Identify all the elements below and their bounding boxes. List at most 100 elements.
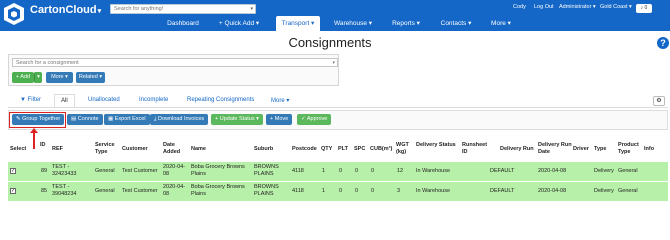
notifications-button[interactable]: ♪ 0 — [636, 4, 652, 13]
logout-link[interactable]: Log Out — [534, 4, 554, 10]
cell-ref[interactable]: TEST - 32423433 — [52, 164, 90, 178]
export-excel-button[interactable]: ▦ Export Excel — [104, 114, 150, 125]
cell-ref[interactable]: TEST - 39048234 — [52, 184, 90, 198]
add-dropdown-button[interactable]: ▾ — [34, 72, 42, 83]
tab-incomplete[interactable]: Incomplete — [139, 97, 168, 103]
location-dropdown[interactable]: Gold Coast ▾ — [600, 4, 632, 10]
cell-wgt: 12 — [397, 168, 404, 174]
gear-icon[interactable]: ⚙ — [653, 96, 665, 106]
cell-date-added: 2020-04-08 — [163, 184, 186, 197]
tab-unallocated[interactable]: Unallocated — [88, 97, 120, 103]
col-select[interactable]: Select — [10, 146, 26, 153]
table-icon: ▦ — [108, 116, 114, 122]
col-service-type[interactable]: Service Type — [95, 142, 117, 156]
cell-delivery-status: In Warehouse — [416, 168, 451, 174]
col-delivery-run[interactable]: Delivery Run — [500, 146, 534, 153]
cell-customer: Test Customer — [122, 188, 158, 194]
consignment-search-input[interactable]: Search for a consignment ▾ — [12, 58, 338, 67]
app-brand[interactable]: CartonCloud▾ — [30, 4, 101, 16]
cell-plt: 0 — [339, 188, 343, 194]
cell-cub: 0 — [371, 188, 375, 194]
cell-qty: 1 — [322, 188, 326, 194]
role-dropdown[interactable]: Administrator ▾ — [559, 4, 596, 10]
col-customer[interactable]: Customer — [122, 146, 148, 153]
col-delivery-run-date[interactable]: Delivery Run Date — [538, 142, 572, 156]
plus-icon: + — [215, 116, 219, 122]
cell-name: Boba Grocery Browns Plains — [191, 184, 245, 197]
col-name[interactable]: Name — [191, 146, 206, 153]
cell-service-type: General — [95, 188, 115, 194]
col-suburb[interactable]: Suburb — [254, 146, 273, 153]
tab-repeating-consignments[interactable]: Repeating Consignments — [187, 97, 254, 103]
col-wgt[interactable]: WGT (kg) — [396, 142, 412, 156]
annotation-highlight-box — [9, 112, 66, 128]
cartoncloud-logo-icon[interactable] — [3, 2, 25, 26]
cell-qty: 1 — [322, 168, 326, 174]
cell-spc: 0 — [355, 168, 359, 174]
cell-delivery-run: DEFAULT — [490, 168, 515, 174]
col-postcode[interactable]: Postcode — [292, 146, 317, 153]
col-runsheet-id[interactable]: Runsheet ID — [462, 142, 490, 156]
add-button[interactable]: + Add — [12, 72, 34, 83]
col-driver[interactable]: Driver — [573, 146, 589, 153]
menu-dashboard[interactable]: Dashboard — [160, 16, 206, 31]
menu-warehouse[interactable]: Warehouse ▾ — [328, 16, 378, 31]
related-button[interactable]: Related ▾ — [76, 72, 105, 83]
cell-delivery-run-date: 2020-04-08 — [538, 168, 567, 174]
cell-name: Boba Grocery Browns Plains — [191, 164, 245, 177]
cell-product-type: General — [618, 188, 638, 194]
search-dropdown-icon[interactable]: ▾ — [250, 5, 253, 14]
download-invoices-button[interactable]: ⤓ Download Invoices — [150, 114, 209, 125]
more-button[interactable]: More ▾ — [46, 72, 73, 83]
help-icon[interactable]: ? — [657, 37, 669, 49]
move-button[interactable]: + Move — [266, 114, 293, 125]
tab-all[interactable]: All — [54, 94, 75, 107]
row-checkbox[interactable]: ✓ — [10, 188, 16, 194]
tabs-divider — [8, 107, 668, 108]
cell-postcode: 4118 — [292, 168, 304, 174]
annotation-arrow — [33, 130, 35, 149]
page-title: Consignments — [288, 35, 372, 50]
connote-button[interactable]: ▤ Connote — [67, 114, 103, 125]
col-plt[interactable]: PLT — [338, 146, 348, 153]
col-type[interactable]: Type — [594, 146, 606, 153]
download-icon: ⤓ — [154, 116, 157, 122]
col-delivery-status[interactable]: Delivery Status — [416, 142, 456, 149]
check-icon: ✓ — [301, 116, 306, 122]
cell-id: 89 — [41, 168, 48, 174]
cell-suburb: BROWNS PLAINS — [254, 164, 279, 177]
cell-type: Delivery — [594, 188, 614, 194]
col-product-type[interactable]: Product Type — [618, 142, 642, 156]
menu-reports[interactable]: Reports ▾ — [386, 16, 426, 31]
bell-icon: ♪ — [640, 5, 644, 11]
cell-date-added: 2020-04-08 — [163, 164, 186, 177]
menu-quick-add[interactable]: + Quick Add ▾ — [212, 16, 266, 31]
cell-wgt: 3 — [397, 188, 401, 194]
menu-contacts[interactable]: Contacts ▾ — [434, 16, 478, 31]
tab-filter[interactable]: ▼ Filter — [20, 97, 41, 103]
user-name-link[interactable]: Cody — [513, 4, 526, 10]
menu-transport[interactable]: Transport ▾ — [276, 16, 320, 31]
cell-type: Delivery — [594, 168, 614, 174]
cell-delivery-status: In Warehouse — [416, 188, 451, 194]
cell-id: 85 — [41, 188, 48, 194]
global-search-input[interactable]: Search for anything! ▾ — [110, 4, 256, 14]
col-qty[interactable]: QTY — [321, 146, 332, 153]
cell-delivery-run: DEFAULT — [490, 188, 515, 194]
col-date-added[interactable]: Date Added — [163, 142, 187, 156]
col-ref[interactable]: REF — [52, 146, 63, 153]
approve-button[interactable]: ✓ Approve — [297, 114, 332, 125]
row-checkbox[interactable]: ✓ — [10, 168, 16, 174]
update-status-button[interactable]: + Update Status ▾ — [211, 114, 263, 125]
col-info[interactable]: Info — [644, 146, 654, 153]
file-icon: ▤ — [71, 116, 77, 122]
chevron-down-icon[interactable]: ▾ — [332, 59, 335, 67]
cell-spc: 0 — [355, 188, 359, 194]
col-id[interactable]: ID — [40, 142, 48, 149]
col-spc[interactable]: SPC — [354, 146, 365, 153]
menu-more[interactable]: More ▾ — [486, 16, 516, 31]
plus-icon: + — [270, 116, 274, 122]
tab-more[interactable]: More ▾ — [271, 97, 289, 104]
col-cub[interactable]: CUB(m³) — [370, 146, 392, 153]
filter-icon: ▼ — [20, 97, 26, 103]
